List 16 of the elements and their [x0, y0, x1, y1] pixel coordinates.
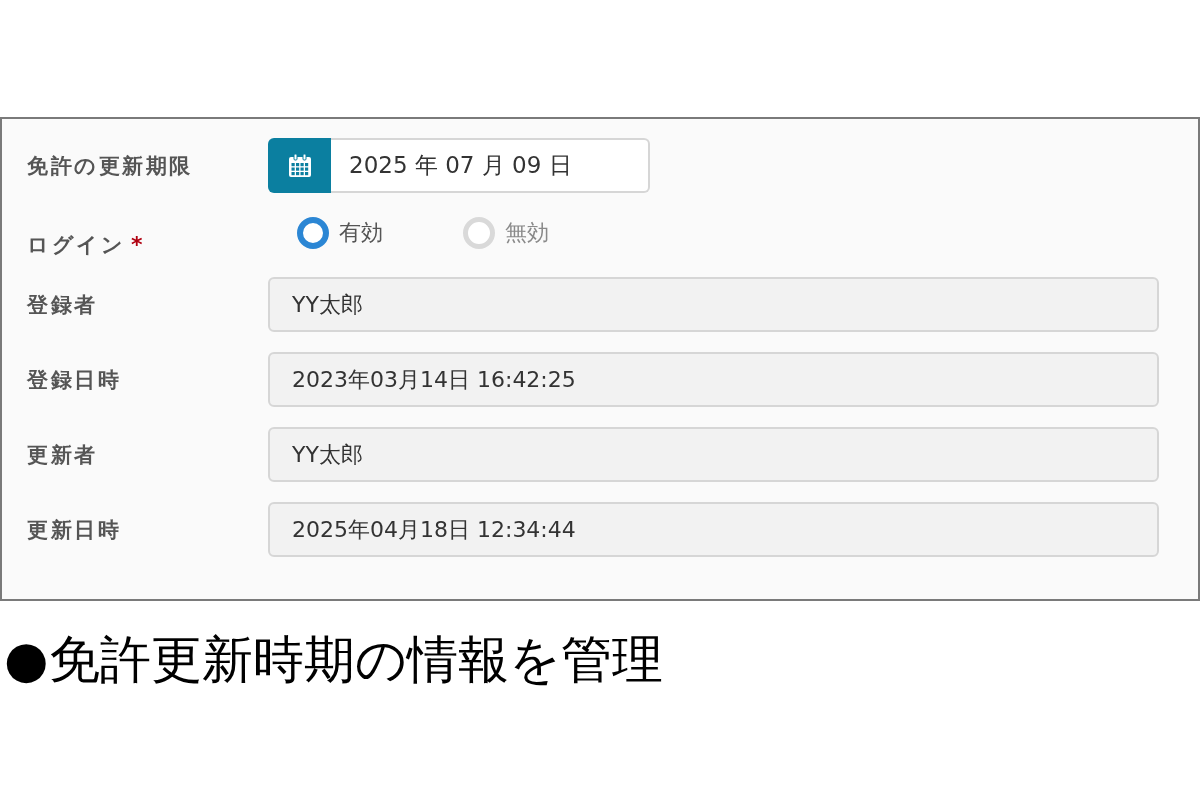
text-field[interactable]: 2025年04月18日 12:34:44: [268, 502, 1159, 557]
caption-text: ●免許更新時期の情報を管理: [3, 631, 663, 689]
text-field[interactable]: 2023年03月14日 16:42:25: [268, 352, 1159, 407]
text-field[interactable]: YY太郎: [268, 277, 1159, 332]
field-label: 更新者: [27, 442, 98, 467]
required-mark: *: [131, 233, 143, 257]
field-label: 更新日時: [27, 517, 121, 542]
field-label: 免許の更新期限: [27, 153, 193, 178]
radio-option[interactable]: 有効: [297, 217, 383, 249]
calendar-icon: [286, 152, 313, 179]
date-field[interactable]: 2025 年 07 月 09 日: [331, 138, 650, 193]
calendar-button[interactable]: [268, 138, 331, 193]
text-field[interactable]: YY太郎: [268, 427, 1159, 482]
field-label: 登録者: [27, 292, 98, 317]
field-label: ログイン: [27, 233, 125, 257]
field-label: 登録日時: [27, 367, 121, 392]
